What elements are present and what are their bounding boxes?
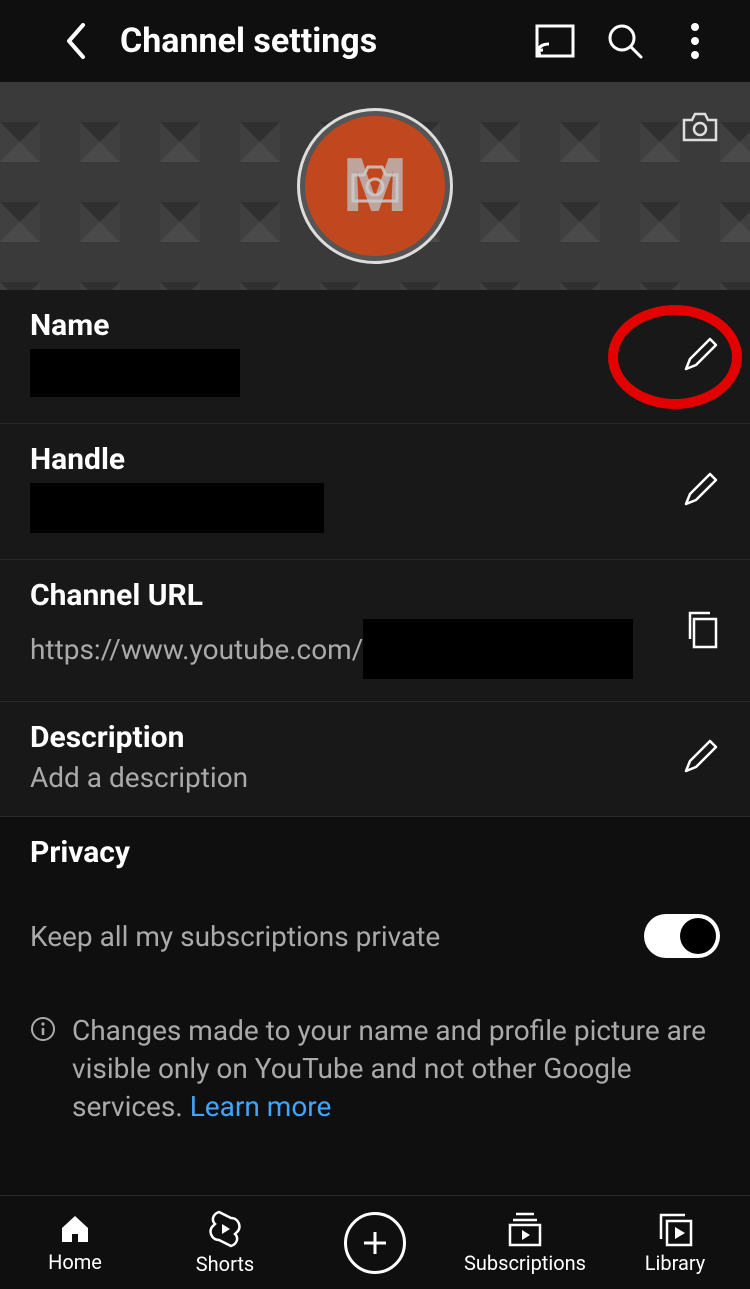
info-icon <box>30 1016 56 1125</box>
avatar-edit-button[interactable]: M <box>297 108 453 264</box>
name-row: Name <box>0 290 750 424</box>
handle-value <box>30 483 324 533</box>
pencil-icon <box>680 470 720 510</box>
edit-banner-button[interactable] <box>680 110 720 148</box>
nav-subscriptions-label: Subscriptions <box>464 1251 586 1275</box>
url-row: Channel URL https://www.youtube.com/ <box>0 560 750 702</box>
nav-shorts-label: Shorts <box>196 1252 254 1276</box>
library-icon <box>657 1211 693 1247</box>
nav-home-label: Home <box>48 1250 102 1274</box>
copy-icon <box>684 609 720 649</box>
info-row: Changes made to your name and profile pi… <box>0 992 750 1145</box>
handle-label: Handle <box>30 442 660 477</box>
nav-shorts[interactable]: Shorts <box>160 1210 290 1276</box>
cast-icon <box>535 24 575 58</box>
name-label: Name <box>30 308 660 343</box>
chevron-left-icon <box>63 21 87 61</box>
description-label: Description <box>30 720 660 755</box>
subscriptions-icon <box>506 1211 544 1247</box>
subscriptions-privacy-toggle[interactable] <box>644 914 720 958</box>
cast-button[interactable] <box>530 16 580 66</box>
nav-library-label: Library <box>645 1251 706 1275</box>
copy-url-button[interactable] <box>664 609 720 649</box>
description-row: Description Add a description <box>0 702 750 817</box>
info-message: Changes made to your name and profile pi… <box>72 1014 706 1123</box>
learn-more-link[interactable]: Learn more <box>190 1090 332 1123</box>
subscriptions-privacy-row: Keep all my subscriptions private <box>0 880 750 992</box>
topbar: Channel settings <box>0 0 750 82</box>
nav-subscriptions[interactable]: Subscriptions <box>460 1211 590 1275</box>
nav-home[interactable]: Home <box>10 1212 140 1274</box>
subscriptions-privacy-label: Keep all my subscriptions private <box>30 920 440 953</box>
nav-create[interactable] <box>310 1212 440 1274</box>
url-value: https://www.youtube.com/ <box>30 633 363 666</box>
channel-banner: M <box>0 82 750 290</box>
back-button[interactable] <box>50 16 100 66</box>
nav-library[interactable]: Library <box>610 1211 740 1275</box>
shorts-icon <box>209 1210 241 1248</box>
privacy-section: Privacy <box>0 817 750 880</box>
url-label: Channel URL <box>30 578 664 613</box>
home-icon <box>58 1212 92 1246</box>
search-icon <box>606 22 644 60</box>
camera-icon <box>348 161 402 211</box>
pencil-icon <box>680 737 720 777</box>
switch-knob <box>680 918 716 954</box>
more-button[interactable] <box>670 16 720 66</box>
search-button[interactable] <box>600 16 650 66</box>
edit-description-button[interactable] <box>660 737 720 777</box>
name-value <box>30 349 240 397</box>
create-button[interactable] <box>344 1212 406 1274</box>
plus-icon <box>360 1228 390 1258</box>
url-value-redacted <box>363 619 633 679</box>
description-value: Add a description <box>30 761 660 794</box>
edit-handle-button[interactable] <box>660 470 720 510</box>
pencil-icon <box>680 335 720 375</box>
bottom-nav: Home Shorts Subscriptions Lib <box>0 1195 750 1289</box>
settings-list: Name Handle Channel URL https://www.yout… <box>0 290 750 817</box>
camera-icon <box>680 110 720 144</box>
privacy-heading: Privacy <box>30 835 720 870</box>
edit-name-button[interactable] <box>660 335 720 375</box>
handle-row: Handle <box>0 424 750 560</box>
avatar: M <box>305 116 445 256</box>
info-text: Changes made to your name and profile pi… <box>72 1012 720 1125</box>
page-title: Channel settings <box>120 21 510 61</box>
more-vertical-icon <box>691 23 699 59</box>
